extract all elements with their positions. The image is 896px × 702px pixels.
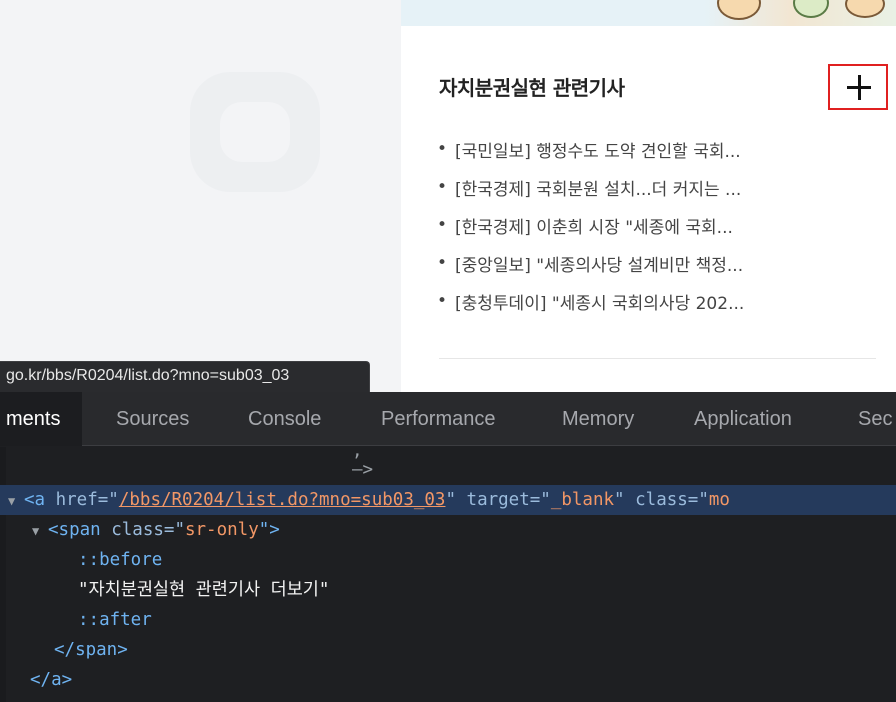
bullet-icon: • <box>437 291 448 311</box>
code-line-a-close[interactable]: </a> <box>30 665 72 695</box>
tab-memory[interactable]: Memory <box>562 392 634 446</box>
tab-elements[interactable]: ments <box>0 392 83 446</box>
tab-security[interactable]: Sec <box>858 392 892 446</box>
page-left-area <box>0 0 401 392</box>
tag-a-close: </a> <box>30 670 73 690</box>
code-line-text-node[interactable]: "자치분권실현 관련기사 더보기" <box>78 575 329 605</box>
illustration-character <box>845 0 885 18</box>
news-item[interactable]: • [중앙일보] "세종의사당 설계비만 책정... <box>437 244 896 282</box>
tag-span-open: <span <box>48 520 101 540</box>
elements-tree: , —> ▼ <a href="/bbs/R0204/list.do?mno=su… <box>0 442 896 702</box>
bullet-icon: • <box>437 253 448 273</box>
code-line-before[interactable]: ::before <box>78 545 162 575</box>
pseudo-before: ::before <box>78 550 163 570</box>
news-item-title[interactable]: [중앙일보] "세종의사당 설계비만 책정... <box>455 251 743 276</box>
tag-span-close: </span> <box>54 640 128 660</box>
code-line-span-close[interactable]: </span> <box>54 635 128 665</box>
news-panel-title: 자치분권실현 관련기사 <box>439 76 625 100</box>
news-item[interactable]: • [국민일보] 행정수도 도약 견인할 국회... <box>437 130 896 168</box>
news-list: • [국민일보] 행정수도 도약 견인할 국회... • [한국경제] 국회분원… <box>437 130 896 320</box>
class-value: mo <box>708 490 730 510</box>
more-button[interactable] <box>828 64 888 110</box>
news-item-title[interactable]: [국민일보] 행정수도 도약 견인할 국회... <box>455 137 741 162</box>
href-link[interactable]: /bbs/R0204/list.do?mno=sub03_03 <box>119 490 446 510</box>
tag-close-bracket: "> <box>258 520 280 540</box>
tab-sources[interactable]: Sources <box>116 392 189 446</box>
news-item[interactable]: • [한국경제] 국회분원 설치...더 커지는 ... <box>437 168 896 206</box>
news-item-title[interactable]: [한국경제] 국회분원 설치...더 커지는 ... <box>455 175 741 200</box>
tab-console[interactable]: Console <box>248 392 321 446</box>
tag-a-open: <a <box>24 490 46 510</box>
status-bar-url: go.kr/bbs/R0204/list.do?mno=sub03_03 <box>0 361 370 392</box>
news-item[interactable]: • [충청투데이] "세종시 국회의사당 202... <box>437 282 896 320</box>
tab-performance[interactable]: Performance <box>381 392 496 446</box>
bullet-icon: • <box>437 177 448 197</box>
tab-application[interactable]: Application <box>694 392 792 446</box>
bullet-icon: • <box>437 215 448 235</box>
plus-icon-vertical <box>857 75 861 100</box>
bullet-icon: • <box>437 139 448 159</box>
news-item[interactable]: • [한국경제] 이춘희 시장 "세종에 국회... <box>437 206 896 244</box>
background-graphic <box>190 72 320 192</box>
target-value: _blank <box>550 490 615 510</box>
code-line-span-open[interactable]: ▼ <span class="sr-only"> <box>32 515 280 545</box>
devtools-tab-bar: ments Sources Console Performance Memory… <box>0 392 896 446</box>
banner-illustration <box>705 0 896 26</box>
news-item-title[interactable]: [충청투데이] "세종시 국회의사당 202... <box>455 289 744 314</box>
news-item-title[interactable]: [한국경제] 이춘희 시장 "세종에 국회... <box>455 213 733 238</box>
code-line-after[interactable]: ::after <box>78 605 152 635</box>
divider <box>439 358 876 359</box>
attr-class: " class=" <box>614 490 709 510</box>
attr-href: href=" <box>45 490 119 510</box>
class-value: sr-only <box>184 520 259 540</box>
pseudo-after: ::after <box>78 610 152 630</box>
devtools-panel: ments Sources Console Performance Memory… <box>0 392 896 702</box>
illustration-character <box>793 0 829 18</box>
text-node: "자치분권실현 관련기사 더보기" <box>78 580 330 600</box>
expand-triangle-icon[interactable]: ▼ <box>32 516 48 546</box>
code-line-comment-end[interactable]: —> <box>352 455 373 485</box>
attr-class: class=" <box>100 520 185 540</box>
comment-end: —> <box>352 460 374 480</box>
attr-target: " target=" <box>445 490 551 510</box>
illustration-character <box>717 0 761 20</box>
expand-triangle-icon[interactable]: ▼ <box>8 486 24 516</box>
news-panel: 자치분권실현 관련기사 • [국민일보] 행정수도 도약 견인할 국회... •… <box>401 26 896 392</box>
code-line-anchor-selected[interactable]: ▼ <a href="/bbs/R0204/list.do?mno=sub03_0… <box>0 485 896 515</box>
